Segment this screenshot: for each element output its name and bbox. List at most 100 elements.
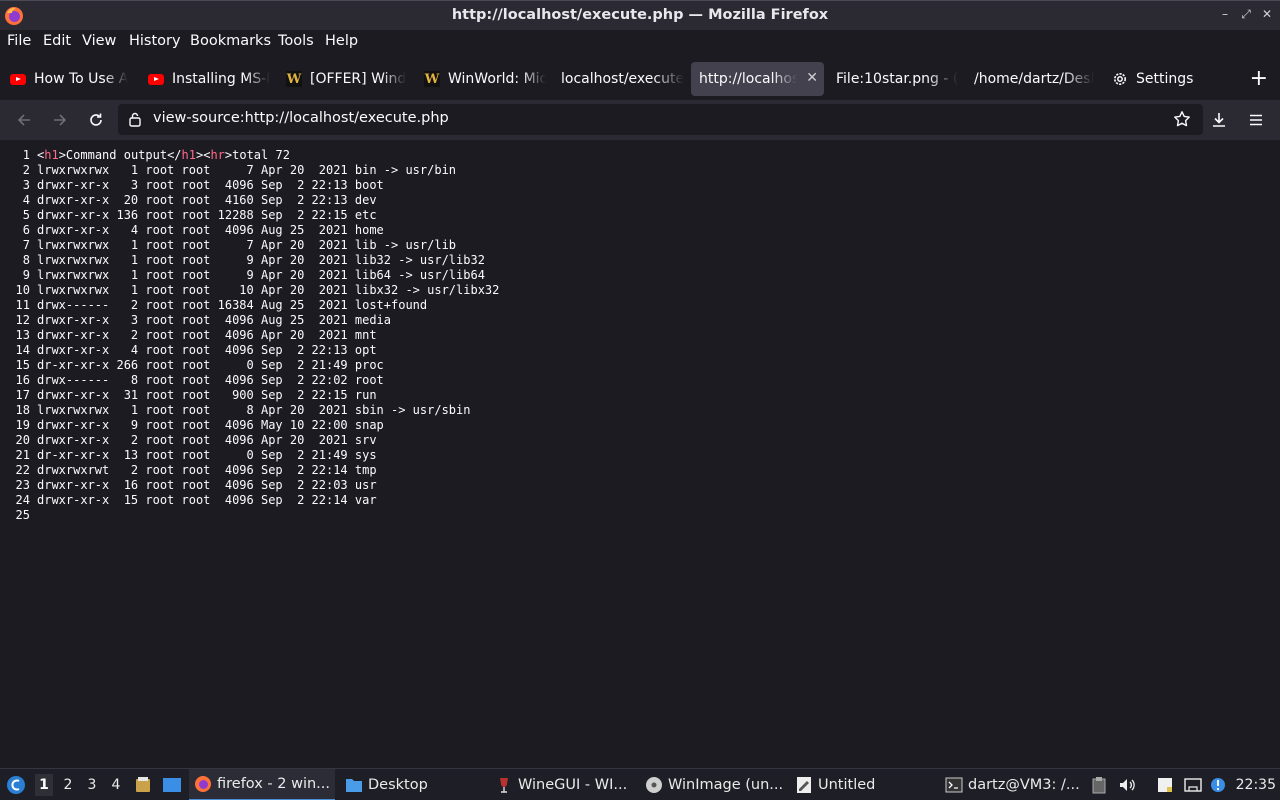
taskbar-item-untitled[interactable]: Untitled <box>790 769 930 800</box>
h1-tag-name: h1 <box>44 148 59 162</box>
tab-view-source-active[interactable]: http://localhos ✕ <box>691 62 824 96</box>
line-code: drwxr-xr-x 2 root root 4096 Apr 20 2021 … <box>37 433 377 447</box>
tray-volume[interactable] <box>1118 769 1136 800</box>
line-code: <h1>Command output</h1><hr>total 72 <box>37 148 290 162</box>
wine-icon <box>495 776 513 794</box>
tab-offer-wind[interactable]: W [OFFER] Wind <box>278 62 408 96</box>
menu-view[interactable]: View <box>82 33 116 49</box>
tab-winworld[interactable]: W WinWorld: Mic <box>416 62 546 96</box>
back-button[interactable] <box>13 109 35 131</box>
menu-tools[interactable]: Tools <box>278 33 314 49</box>
line-number: 5 <box>22 208 30 222</box>
url-bar[interactable]: view-source:http://localhost/execute.php <box>118 104 1203 135</box>
tab-label: How To Use A <box>34 71 129 87</box>
view-source-content: 1 <h1>Command output</h1><hr>total 72 2l… <box>0 140 1280 768</box>
tab-file-10star[interactable]: File:10star.png - ( <box>828 62 960 96</box>
navigation-toolbar: view-source:http://localhost/execute.php <box>0 100 1280 140</box>
debian-swirl-icon <box>7 776 25 794</box>
restore-button[interactable]: ⤢ <box>1237 7 1255 22</box>
youtube-icon <box>10 71 26 87</box>
line-number: 10 <box>15 283 30 297</box>
line-code: drwxr-xr-x 15 root root 4096 Sep 2 22:14… <box>37 493 377 507</box>
taskbar-item-desktop[interactable]: Desktop <box>340 769 480 800</box>
line-number: 2 <box>22 163 30 177</box>
line-code: drwxr-xr-x 136 root root 12288 Sep 2 22:… <box>37 208 377 222</box>
workspace-3[interactable]: 3 <box>83 777 101 793</box>
file-manager-launcher[interactable] <box>134 769 152 800</box>
tab-settings[interactable]: Settings <box>1104 62 1214 96</box>
line-number: 9 <box>22 268 30 282</box>
menu-file[interactable]: File <box>7 33 31 49</box>
source-line: 11 drwx------ 2 root root 16384 Aug 25 20… <box>0 298 499 313</box>
app-menu-button[interactable] <box>1245 109 1267 131</box>
line-code: dr-xr-xr-x 13 root root 0 Sep 2 21:49 sy… <box>37 448 377 462</box>
line-number: 4 <box>22 193 30 207</box>
source-line: 12 drwxr-xr-x 3 root root 4096 Aug 25 202… <box>0 313 499 328</box>
line-number: 21 <box>15 448 30 462</box>
taskbar-item-terminal[interactable]: dartz@VM3: /... <box>940 769 1080 800</box>
line-code: drwxr-xr-x 3 root root 4096 Sep 2 22:13 … <box>37 178 384 192</box>
url-text[interactable]: view-source:http://localhost/execute.php <box>153 110 449 126</box>
hr-tag-name: hr <box>210 148 225 162</box>
window-titlebar: http://localhost/execute.php — Mozilla F… <box>0 0 1280 30</box>
bookmark-star-icon[interactable] <box>1173 110 1191 128</box>
forward-button[interactable] <box>49 109 71 131</box>
tab-label: localhost/execute <box>561 71 685 87</box>
workspace-2[interactable]: 2 <box>59 777 77 793</box>
source-line: 5 drwxr-xr-x 136 root root 12288 Sep 2 22… <box>0 208 499 223</box>
taskbar-item-winegui[interactable]: WineGUI - WI... <box>490 769 635 800</box>
line-code: drwx------ 2 root root 16384 Aug 25 2021… <box>37 298 428 312</box>
source-listing: 1 <h1>Command output</h1><hr>total 72 2l… <box>0 148 500 523</box>
source-line: 22 drwxrwxrwt 2 root root 4096 Sep 2 22:1… <box>0 463 499 478</box>
tab-installing-ms[interactable]: Installing MS-I <box>140 62 270 96</box>
source-line: 25 <box>0 508 499 523</box>
taskbar-item-label: firefox - 2 win... <box>217 776 330 792</box>
line-number: 25 <box>15 508 30 522</box>
source-line: 13 drwxr-xr-x 2 root root 4096 Apr 20 202… <box>0 328 499 343</box>
hamburger-menu-icon <box>1250 114 1262 126</box>
line-code: drwxr-xr-x 4 root root 4096 Sep 2 22:13 … <box>37 343 377 357</box>
start-menu-button[interactable] <box>6 769 28 800</box>
line-code: drwxrwxrwt 2 root root 4096 Sep 2 22:14 … <box>37 463 377 477</box>
menu-help[interactable]: Help <box>325 33 358 49</box>
menu-edit[interactable]: Edit <box>43 33 71 49</box>
source-line: 7 lrwxrwxrwx 1 root root 7 Apr 20 2021 li… <box>0 238 499 253</box>
file-manager-icon <box>136 777 150 792</box>
line-code: lrwxrwxrwx 1 root root 9 Apr 20 2021 lib… <box>37 268 485 282</box>
downloads-button[interactable] <box>1208 109 1230 131</box>
tray-network[interactable] <box>1183 769 1203 800</box>
tab-how-to-use[interactable]: How To Use A <box>2 62 132 96</box>
taskbar-item-label: WinImage (un... <box>668 777 784 793</box>
source-line: 8 lrwxrwxrwx 1 root root 9 Apr 20 2021 li… <box>0 253 499 268</box>
tab-home-dartz[interactable]: /home/dartz/Desl <box>966 62 1096 96</box>
line-number: 11 <box>15 298 30 312</box>
tab-label: WinWorld: Mic <box>448 71 546 87</box>
clock: 22:35 <box>1235 777 1276 793</box>
firefox-icon <box>194 775 212 793</box>
taskbar-item-firefox[interactable]: firefox - 2 win... <box>189 769 335 800</box>
taskbar-item-label: WineGUI - WI... <box>518 777 628 793</box>
source-line: 24 drwxr-xr-x 15 root root 4096 Sep 2 22:… <box>0 493 499 508</box>
tray-clipboard[interactable] <box>1090 769 1108 800</box>
workspace-4[interactable]: 4 <box>107 777 125 793</box>
tab-localhost-execute[interactable]: localhost/execute <box>553 62 685 96</box>
tray-updates[interactable] <box>1210 769 1226 800</box>
show-desktop-launcher[interactable] <box>162 769 182 800</box>
page-info-icon[interactable] <box>128 111 142 127</box>
close-window-button[interactable]: ✕ <box>1258 7 1276 21</box>
reload-button[interactable] <box>85 109 107 131</box>
youtube-icon <box>148 71 164 87</box>
workspace-1[interactable]: 1 <box>35 774 53 796</box>
system-taskbar: 1 2 3 4 firefox - 2 win... Desktop WineG… <box>0 768 1280 800</box>
minimize-button[interactable]: – <box>1216 7 1234 21</box>
close-tab-icon[interactable]: ✕ <box>806 70 818 86</box>
tray-notes[interactable] <box>1156 769 1174 800</box>
menu-bookmarks[interactable]: Bookmarks <box>190 33 271 49</box>
source-line: 19 drwxr-xr-x 9 root root 4096 May 10 22:… <box>0 418 499 433</box>
taskbar-item-winimage[interactable]: WinImage (un... <box>640 769 788 800</box>
line-number: 18 <box>15 403 30 417</box>
network-icon <box>1184 778 1202 792</box>
new-tab-button[interactable]: + <box>1250 66 1268 91</box>
volume-icon <box>1120 779 1135 791</box>
menu-history[interactable]: History <box>129 33 181 49</box>
